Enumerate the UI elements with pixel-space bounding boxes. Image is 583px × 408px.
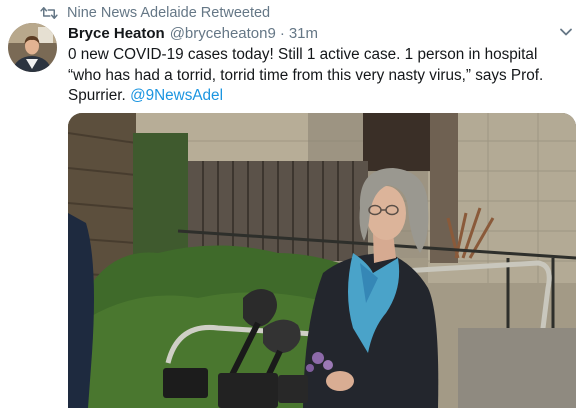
author-handle[interactable]: @bryceheaton9 [170, 25, 276, 42]
retweet-label: Nine News Adelaide Retweeted [67, 5, 271, 21]
retweet-context[interactable]: Nine News Adelaide Retweeted [40, 3, 270, 23]
tweet-media-photo[interactable] [68, 113, 576, 408]
tweet-text: 0 new COVID-19 cases today! Still 1 acti… [68, 45, 574, 107]
avatar[interactable] [8, 23, 57, 72]
retweet-icon [40, 7, 58, 19]
tweet-header: Bryce Heaton @bryceheaton9 · 31m [68, 22, 573, 44]
separator-dot: · [279, 24, 285, 42]
author-name[interactable]: Bryce Heaton [68, 25, 165, 42]
chevron-down-icon[interactable] [559, 25, 573, 39]
mention-link[interactable]: @9NewsAdel [130, 87, 223, 104]
tweet-timestamp[interactable]: 31m [289, 25, 318, 42]
